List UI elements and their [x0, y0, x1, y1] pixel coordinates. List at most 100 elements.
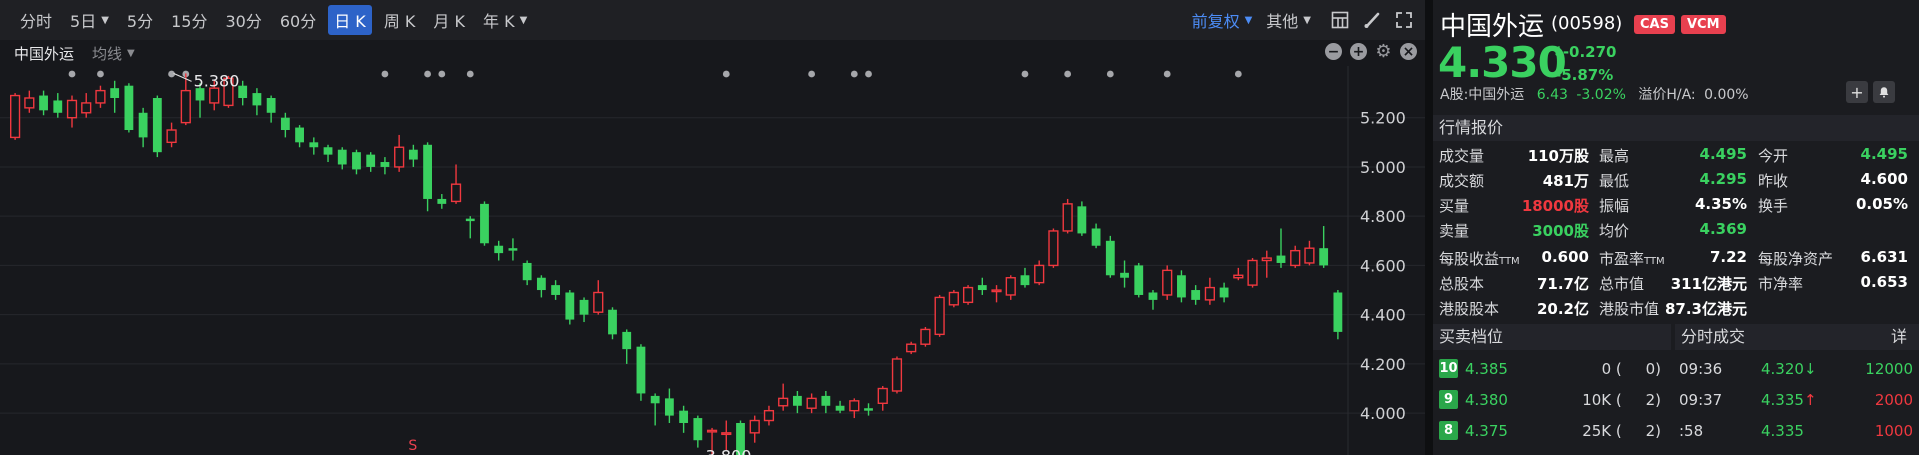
period-tab[interactable]: 15分: [165, 5, 213, 35]
period-tab-label: 15分: [171, 12, 208, 31]
candle-body: [622, 331, 632, 350]
period-tab[interactable]: 周 K: [378, 5, 422, 35]
adjust-dropdown[interactable]: 前复权 ▼: [1192, 8, 1253, 32]
trade-price-value: 4.335: [1761, 391, 1804, 409]
trade-row: 09:36 4.320↓ 12000: [1675, 355, 1919, 383]
chart-subheader: 中国外运 均线 ▼ − + ⚙ ×: [0, 40, 1425, 66]
order-book-row[interactable]: 8 4.375 25K ( 2): [1433, 417, 1671, 445]
candle-body: [1005, 277, 1016, 296]
zoom-out-icon[interactable]: −: [1325, 43, 1342, 60]
candle-body: [679, 410, 689, 423]
candle-body: [480, 203, 489, 244]
a-share-info: A股:中国外运 6.43 -3.02% 溢价H/A: 0.00%: [1440, 84, 1749, 104]
candle-body: [593, 291, 604, 313]
candle-body: [1233, 274, 1244, 279]
fundamental-label-sub: TTM: [1644, 256, 1665, 267]
candle-body: [693, 418, 703, 441]
chevron-down-icon: ▼: [1303, 14, 1311, 26]
panel-divider[interactable]: [1425, 0, 1433, 455]
candle-body: [1048, 230, 1059, 267]
period-tab[interactable]: 日 K: [328, 5, 372, 35]
event-dot: [1234, 70, 1242, 78]
premium-value: 0.00%: [1704, 87, 1749, 103]
trades-detail-button[interactable]: 详: [1891, 324, 1907, 350]
fundamental-field: 市盈率TTM 7.22: [1599, 248, 1747, 269]
add-watchlist-button[interactable]: +: [1846, 81, 1868, 103]
candle-body: [1319, 248, 1329, 266]
event-dot: [1021, 70, 1029, 78]
quote-field: 均价 4.369: [1599, 220, 1747, 241]
y-tick-label: 4.800: [1360, 207, 1406, 226]
quote-field: 换手 0.05%: [1758, 195, 1908, 216]
event-dot: [97, 70, 104, 78]
event-dot: [424, 70, 431, 78]
trade-time: 09:37: [1679, 391, 1723, 409]
quote-field-label: 昨收: [1758, 172, 1789, 190]
quote-field: 卖量 3000股: [1439, 220, 1589, 241]
price-change-value: -0.270: [1562, 43, 1617, 61]
order-book-row[interactable]: 9 4.380 10K ( 2): [1433, 386, 1671, 414]
order-book-row[interactable]: 10 4.385 0 ( 0): [1433, 355, 1671, 383]
period-tab[interactable]: 分时: [14, 5, 58, 35]
period-tab-label: 周 K: [383, 12, 416, 31]
order-level: 10: [1439, 359, 1458, 378]
quote-field: 昨收 4.600: [1758, 170, 1908, 191]
candle-body: [706, 429, 718, 433]
zoom-in-icon[interactable]: +: [1350, 43, 1367, 60]
candlestick-chart[interactable]: 5.200 5.000 4.800 4.600 4.400 4.200 4.000 S 5.38…: [0, 0, 1425, 455]
period-tab[interactable]: 月 K: [427, 5, 471, 35]
candle-body: [152, 98, 162, 153]
candle-body: [579, 299, 589, 315]
order-price: 4.375: [1465, 422, 1508, 440]
candle-body: [891, 358, 903, 392]
order-volume: 0 ( 0): [1601, 360, 1661, 378]
candle-body: [1091, 228, 1101, 246]
candle-body: [423, 144, 432, 199]
quote-field-value: 110万股: [1527, 147, 1589, 165]
close-icon[interactable]: ×: [1400, 43, 1417, 60]
quote-field-value: 0.05%: [1855, 195, 1908, 213]
quote-field-value: 4.295: [1699, 170, 1747, 188]
candle-body: [806, 397, 817, 409]
period-tab[interactable]: 30分: [219, 5, 267, 35]
candle-body: [906, 343, 917, 353]
y-tick-label: 5.200: [1360, 109, 1406, 128]
candle-body: [778, 397, 789, 407]
quote-field-label: 成交额: [1439, 172, 1485, 190]
candle-body: [437, 198, 447, 204]
trade-volume: 1000: [1874, 422, 1913, 440]
fundamental-value: 7.22: [1709, 248, 1747, 266]
candle-body: [352, 152, 361, 170]
quote-panel: 中国外运 (00598) CAS VCM 4.330 🡓-0.270 -5.87…: [1433, 0, 1919, 455]
settings-icon[interactable]: ⚙: [1375, 42, 1392, 60]
period-tab[interactable]: 60分: [274, 5, 322, 35]
event-dot: [68, 70, 76, 78]
candle-body: [166, 129, 177, 144]
quote-field-value: 4.495: [1860, 145, 1908, 163]
period-tab[interactable]: 年 K ▼: [477, 5, 533, 35]
fullscreen-icon[interactable]: [1393, 9, 1415, 31]
candle-body: [1333, 292, 1343, 332]
candle-body: [1148, 292, 1158, 300]
indicator-dropdown[interactable]: 均线 ▼: [92, 43, 135, 64]
candle-body: [636, 346, 646, 394]
fundamental-label: 港股市值: [1599, 300, 1660, 318]
candle-body: [1219, 287, 1229, 298]
candle-body: [962, 286, 974, 304]
price-change: 🡓-0.270: [1555, 42, 1616, 67]
candle-body: [1077, 206, 1087, 234]
layout-icon[interactable]: [1329, 9, 1351, 31]
chevron-down-icon: ▼: [519, 14, 528, 26]
event-dot: [722, 70, 730, 78]
candle-body: [408, 149, 418, 160]
period-tab[interactable]: 5日 ▼: [64, 5, 115, 35]
period-tab[interactable]: 5分: [121, 5, 159, 35]
candle-body: [920, 328, 931, 345]
candle-body: [465, 218, 475, 222]
brush-icon[interactable]: [1361, 9, 1383, 31]
other-dropdown[interactable]: 其他 ▼: [1266, 8, 1311, 32]
alert-bell-icon[interactable]: [1873, 81, 1895, 103]
event-dot: [1106, 70, 1114, 78]
period-toolbar: 分时 5日 ▼ 5分 15分 30分 60分日 K 周 K 月 K 年 K ▼ 前复权 ▼ 其他 ▼: [0, 0, 1425, 40]
signal-marker: S: [408, 438, 417, 454]
